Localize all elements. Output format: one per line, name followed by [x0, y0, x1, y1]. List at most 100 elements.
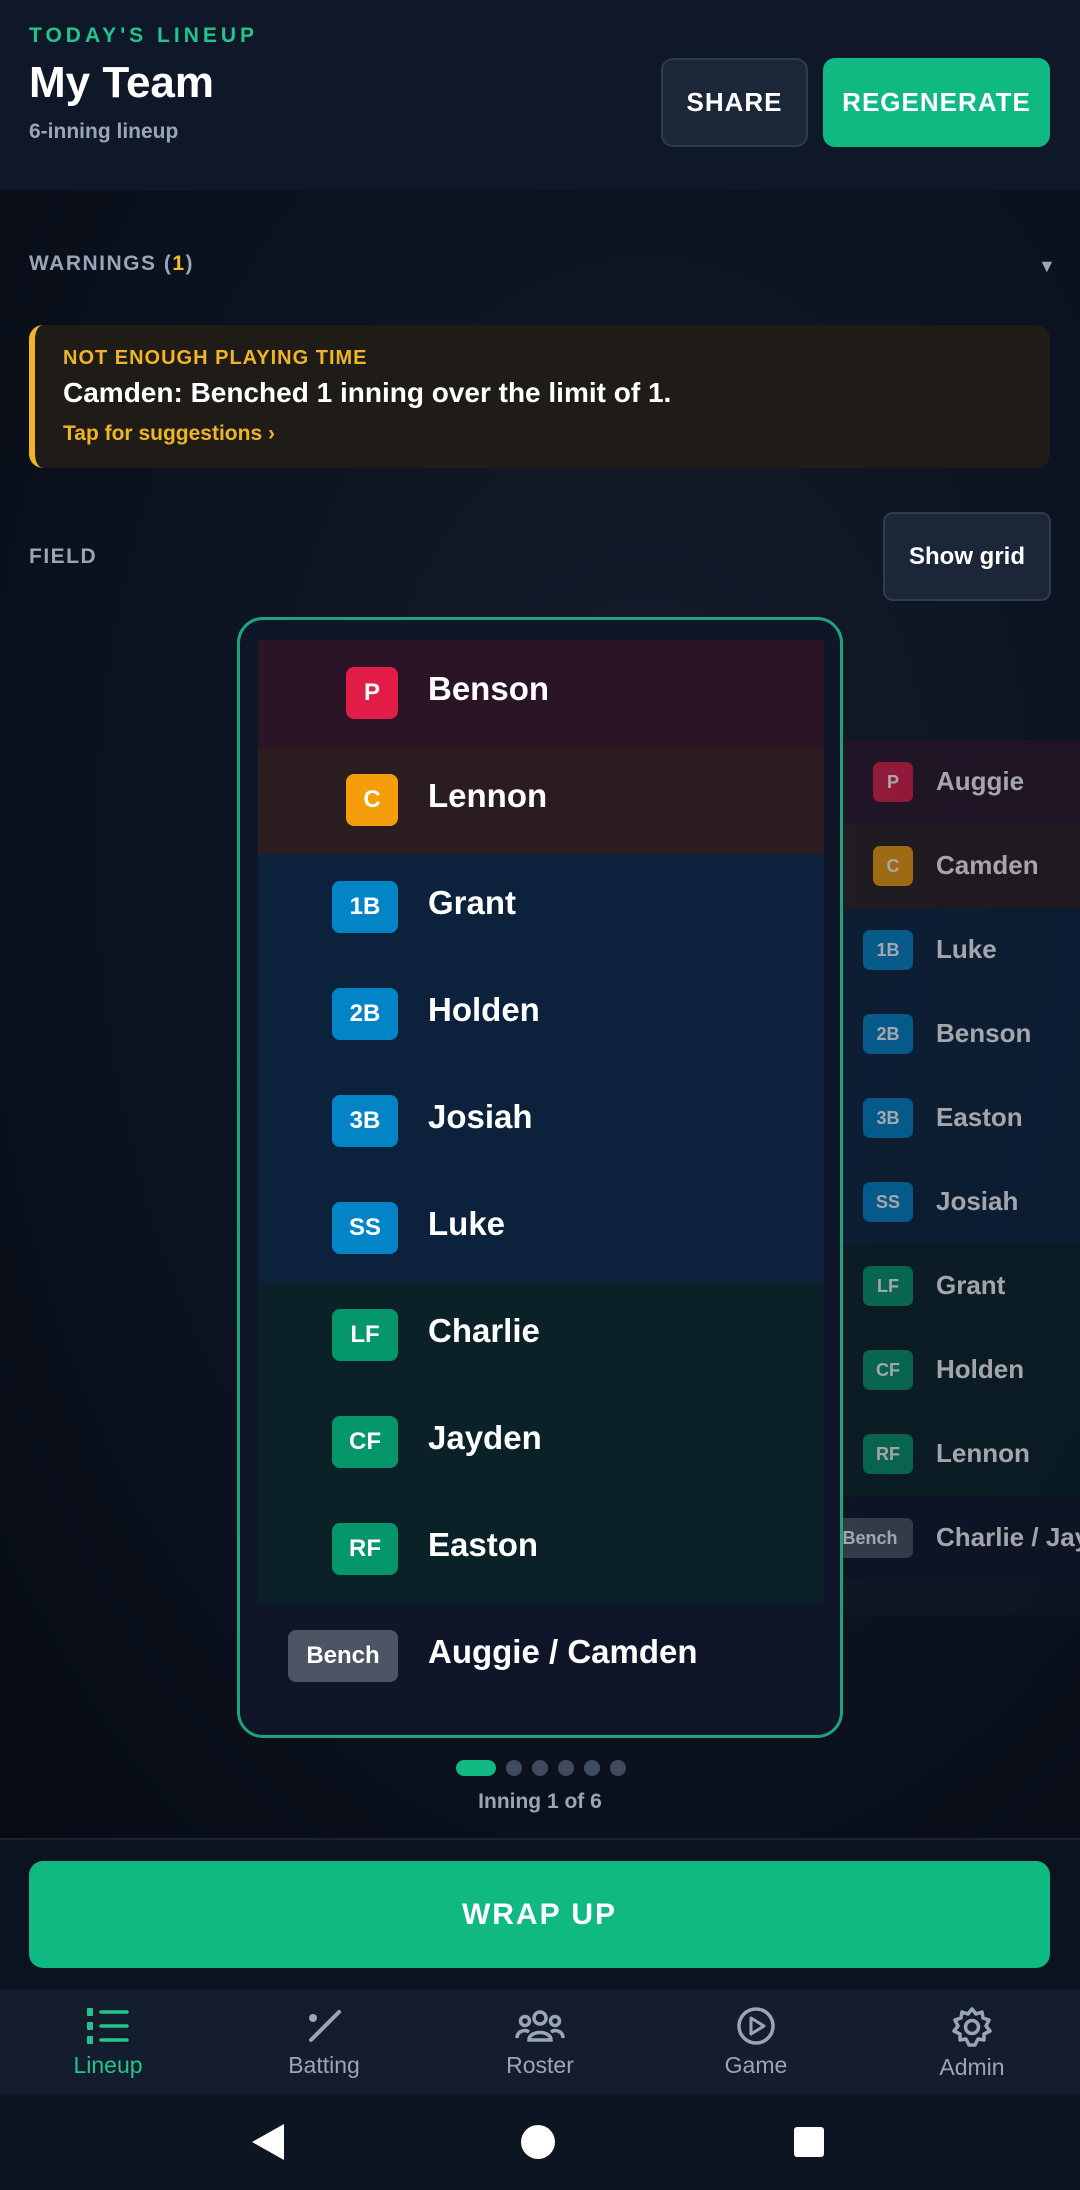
- position-badge: 3B: [332, 1095, 398, 1147]
- pager-dot[interactable]: [506, 1760, 522, 1776]
- player-name: Easton: [936, 1102, 1023, 1132]
- lineup-row-cf[interactable]: CF Holden: [843, 1328, 1080, 1412]
- lineup-row-1b[interactable]: 1B Grant: [258, 854, 824, 961]
- home-icon[interactable]: [520, 2124, 556, 2160]
- header: TODAY'S LINEUP My Team 6-inning lineup S…: [0, 0, 1080, 190]
- inning-indicator: Inning 1 of 6: [478, 1790, 602, 1813]
- player-name: Easton: [428, 1526, 539, 1563]
- position-badge: SS: [863, 1182, 913, 1222]
- player-name: Josiah: [936, 1186, 1019, 1216]
- player-name: Charlie / Jayden: [936, 1522, 1080, 1552]
- tab-label: Admin: [939, 2054, 1005, 2080]
- player-name: Auggie / Camden: [428, 1633, 698, 1670]
- lineup-row-2b[interactable]: 2B Benson: [843, 992, 1080, 1076]
- position-badge: Bench: [843, 1518, 913, 1558]
- position-badge: 2B: [332, 988, 398, 1040]
- pager-dot[interactable]: [584, 1760, 600, 1776]
- player-name: Lennon: [936, 1438, 1030, 1468]
- lineup-row-rf[interactable]: RF Lennon: [843, 1412, 1080, 1496]
- group-icon: [515, 2010, 565, 2042]
- tab-admin[interactable]: Admin: [864, 1990, 1080, 2095]
- warning-title: NOT ENOUGH PLAYING TIME: [63, 347, 368, 369]
- warnings-heading: WARNINGS: [29, 252, 157, 275]
- player-name: Grant: [428, 884, 517, 921]
- lineup-row-p[interactable]: P Auggie: [843, 740, 1080, 824]
- inning-card-next[interactable]: P Auggie C Camden 1B Luke 2B Benson 3B Easton SS Jo…: [843, 740, 1080, 1615]
- system-navigation-bar: [0, 2095, 1080, 2190]
- position-badge: 3B: [863, 1098, 913, 1138]
- warnings-toggle[interactable]: WARNINGS (1): [29, 252, 194, 276]
- lineup-row-c[interactable]: C Camden: [843, 824, 1080, 908]
- caret-down-icon[interactable]: ▼: [1038, 256, 1056, 277]
- lineup-row-cf[interactable]: CF Jayden: [258, 1389, 824, 1496]
- wrap-up-button[interactable]: WRAP UP: [29, 1861, 1050, 1968]
- position-badge: P: [873, 762, 913, 802]
- lineup-row-ss[interactable]: SS Luke: [258, 1175, 824, 1282]
- bottom-tab-bar: Lineup Batting Roster Game Admin: [0, 1990, 1080, 2095]
- lineup-row-bench[interactable]: Bench Charlie / Jayden: [843, 1496, 1080, 1580]
- show-grid-button[interactable]: Show grid: [883, 512, 1051, 601]
- tab-lineup[interactable]: Lineup: [0, 1990, 216, 2095]
- eyebrow-label: TODAY'S LINEUP: [29, 24, 259, 47]
- player-name: Holden: [936, 1354, 1025, 1384]
- share-button[interactable]: SHARE: [661, 58, 808, 147]
- page-title: My Team: [29, 58, 215, 107]
- pager-dot[interactable]: [532, 1760, 548, 1776]
- position-badge: 2B: [863, 1014, 913, 1054]
- player-name: Jayden: [428, 1419, 542, 1456]
- lineup-row-rf[interactable]: RF Easton: [258, 1496, 824, 1603]
- position-badge: SS: [332, 1202, 398, 1254]
- warnings-count: 1: [172, 252, 186, 275]
- position-badge: LF: [332, 1309, 398, 1361]
- lineup-row-1b[interactable]: 1B Luke: [843, 908, 1080, 992]
- lineup-row-lf[interactable]: LF Charlie: [258, 1282, 824, 1389]
- tab-roster[interactable]: Roster: [432, 1990, 648, 2095]
- position-badge: C: [346, 774, 398, 826]
- pager-dot[interactable]: [456, 1760, 496, 1776]
- lineup-row-c[interactable]: C Lennon: [258, 747, 824, 854]
- tab-label: Game: [724, 2052, 788, 2078]
- lineup-row-3b[interactable]: 3B Easton: [843, 1076, 1080, 1160]
- player-name: Josiah: [428, 1098, 533, 1135]
- position-badge: 1B: [863, 930, 913, 970]
- play-circle-icon: [737, 2007, 775, 2045]
- position-badge: CF: [863, 1350, 913, 1390]
- lineup-row-2b[interactable]: 2B Holden: [258, 961, 824, 1068]
- player-name: Benson: [428, 670, 550, 707]
- position-badge: Bench: [288, 1630, 398, 1682]
- player-name: Grant: [936, 1270, 1006, 1300]
- player-name: Luke: [936, 934, 997, 964]
- tab-game[interactable]: Game: [648, 1990, 864, 2095]
- pager-dot[interactable]: [558, 1760, 574, 1776]
- baseball-bat-icon: [309, 2010, 341, 2042]
- lineup-row-ss[interactable]: SS Josiah: [843, 1160, 1080, 1244]
- player-name: Camden: [936, 850, 1039, 880]
- lineup-row-p[interactable]: P Benson: [258, 640, 824, 747]
- warning-message: Camden: Benched 1 inning over the limit …: [63, 377, 672, 408]
- tab-label: Lineup: [73, 2052, 143, 2078]
- page-subtitle: 6-inning lineup: [29, 120, 179, 143]
- tab-batting[interactable]: Batting: [216, 1990, 432, 2095]
- back-icon[interactable]: [250, 2122, 286, 2162]
- lineup-row-lf[interactable]: LF Grant: [843, 1244, 1080, 1328]
- regenerate-button[interactable]: REGENERATE: [823, 58, 1050, 147]
- player-name: Luke: [428, 1205, 506, 1242]
- suggestions-link[interactable]: Tap for suggestions ›: [63, 422, 275, 446]
- pager-dot[interactable]: [610, 1760, 626, 1776]
- tab-label: Batting: [288, 2052, 360, 2078]
- player-name: Benson: [936, 1018, 1032, 1048]
- inning-card-current[interactable]: P Benson C Lennon 1B Grant 2B Holden 3B Josiah SS L…: [237, 617, 843, 1738]
- position-badge: RF: [332, 1523, 398, 1575]
- field-label: FIELD: [29, 545, 98, 568]
- position-badge: RF: [863, 1434, 913, 1474]
- lineup-row-bench[interactable]: Bench Auggie / Camden: [258, 1603, 824, 1710]
- position-badge: LF: [863, 1266, 913, 1306]
- lineup-row-3b[interactable]: 3B Josiah: [258, 1068, 824, 1175]
- player-name: Lennon: [428, 777, 548, 814]
- position-badge: 1B: [332, 881, 398, 933]
- tab-label: Roster: [506, 2052, 574, 2078]
- recents-icon[interactable]: [793, 2126, 825, 2158]
- position-badge: P: [346, 667, 398, 719]
- warning-card[interactable]: NOT ENOUGH PLAYING TIME Camden: Benched …: [29, 325, 1050, 468]
- position-badge: CF: [332, 1416, 398, 1468]
